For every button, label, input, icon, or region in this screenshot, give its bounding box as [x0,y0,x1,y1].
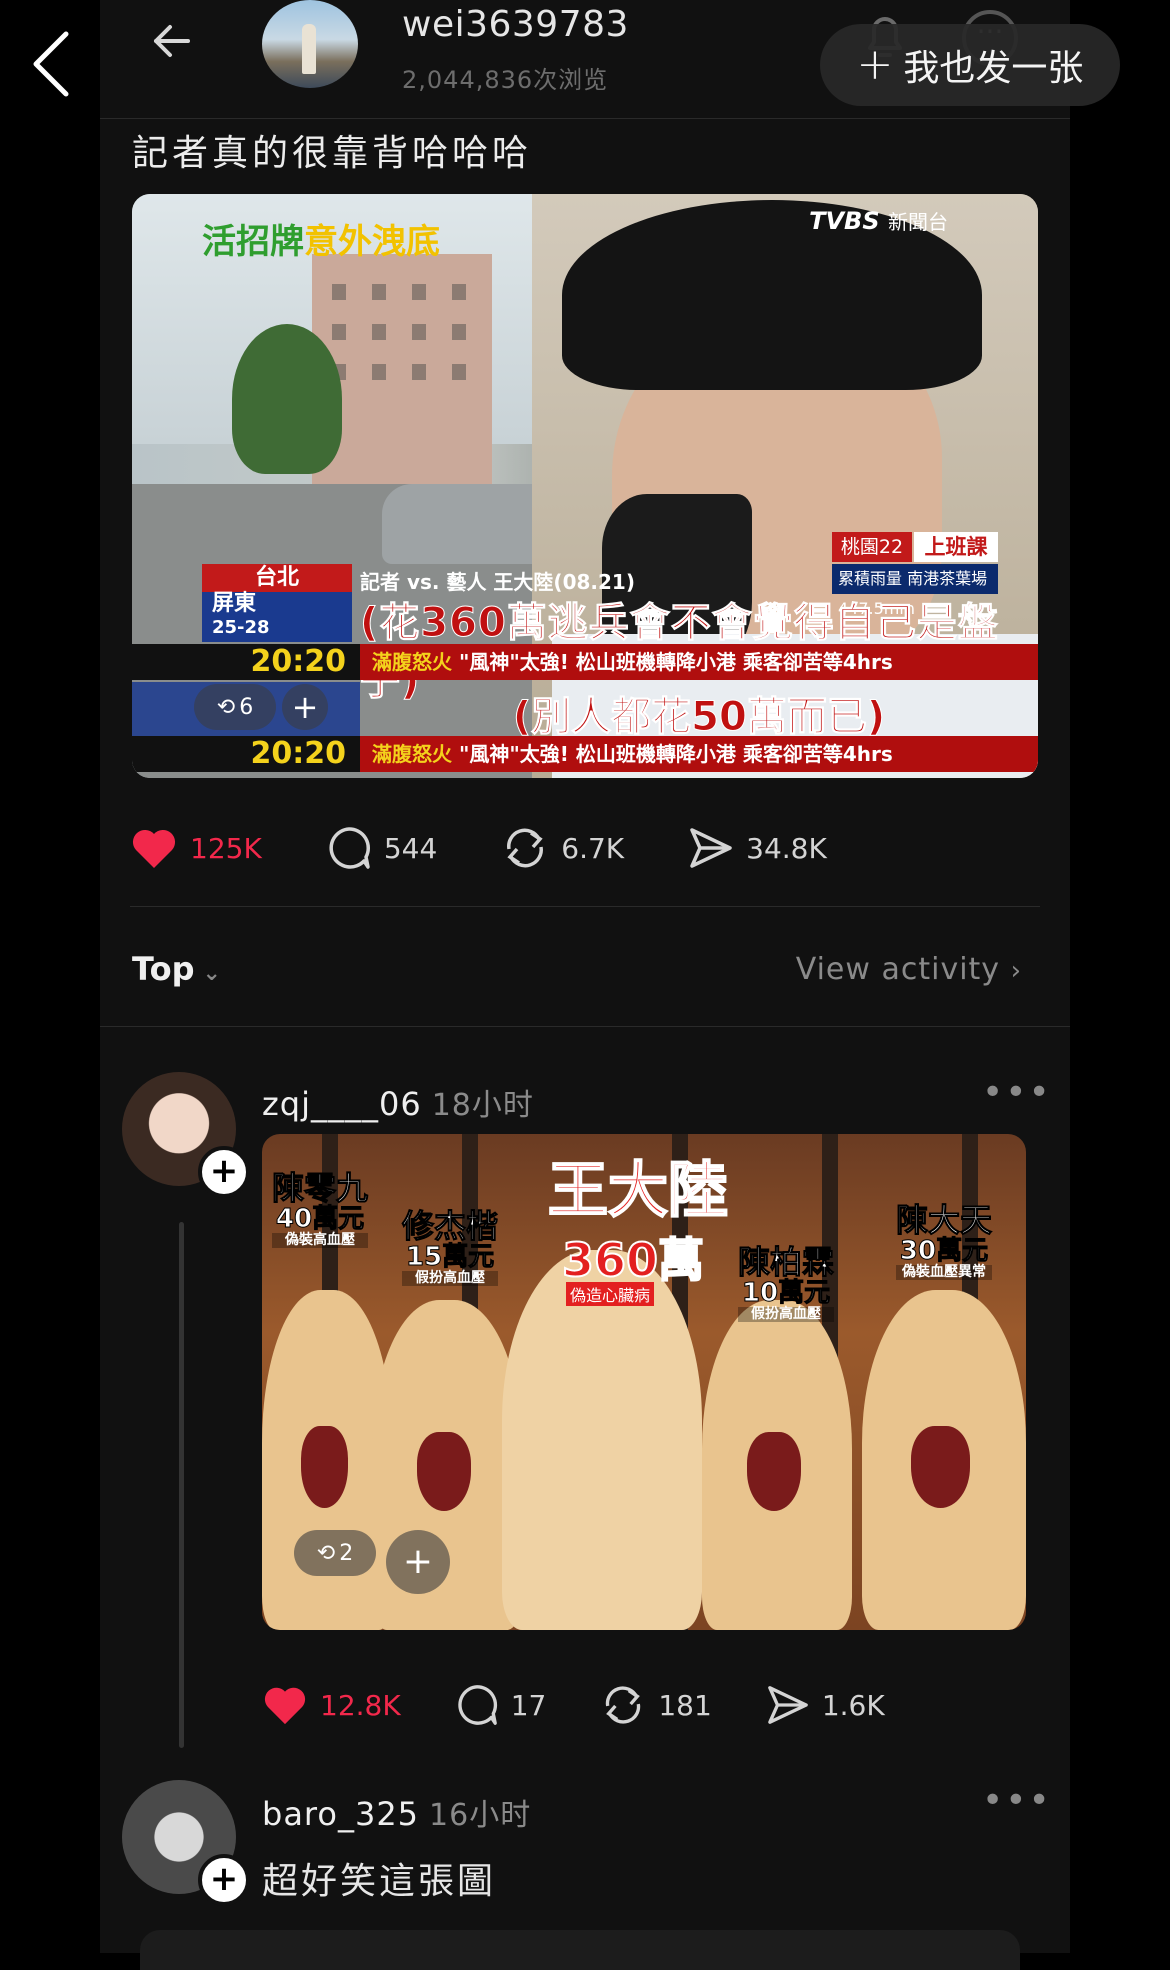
repost-icon [606,1686,641,1724]
image-add-button[interactable]: + [386,1530,450,1594]
comment-more-icon[interactable]: ••• [982,1072,1052,1113]
news-location: 台北 [202,564,352,592]
divider [100,1026,1070,1027]
comment-text: 超好笑這張圖 [262,1861,497,1902]
back-arrow-icon[interactable] [150,20,192,62]
wolf-label: 陳零九 40萬元 偽裝高血壓 [271,1169,369,1248]
news-ticker: 滿腹怒火 "風神"太強! 松山班機轉降小港 乘客卻苦等4hrs [360,644,1038,680]
back-chevron-icon[interactable] [28,28,74,100]
comment-header: baro_325 16小时 [262,1790,531,1834]
post-too-label: 我也发一张 [903,48,1084,89]
send-icon [690,828,732,868]
repost-small-icon: ⟲ [316,1540,336,1566]
news-box-taoyuan: 桃園22日 [832,532,912,588]
comment-icon [458,1685,497,1725]
view-count: 2,044,836次浏览 [402,66,609,94]
like-button[interactable]: 125K [130,826,262,870]
news-box-work: 上班課 [914,532,998,562]
comment-header: zqj____06 18小时 [262,1080,534,1124]
image-repost-pill[interactable]: ⟲ 2 [294,1530,376,1576]
like-button[interactable]: 12.8K [262,1684,401,1726]
share-button[interactable]: 1.6K [766,1684,885,1726]
comment-time: 16小时 [429,1798,532,1833]
repost-button[interactable]: 6.7K [501,825,624,871]
comment-username[interactable]: zqj____06 [262,1085,422,1123]
heart-icon [264,1687,306,1725]
news-clock-2: 20:20 [132,736,360,772]
news-weather: 屏東 25-28 [202,592,352,642]
image-add-button[interactable]: + [282,684,328,730]
news-ticker-2: 滿腹怒火 "風神"太強! 松山班機轉降小港 乘客卻苦等4hrs [360,736,1038,772]
repost-small-icon: ⟲ [216,694,236,720]
comment-image[interactable]: 陳零九 40萬元 偽裝高血壓 修杰楷 15萬元 假扮高血壓 陳柏霖 10萬元 假扮高血壓 陳… [262,1134,1026,1630]
meme-center-note: 偽造心臟病 [566,1282,655,1306]
share-button[interactable]: 34.8K [688,826,827,870]
comment-button[interactable]: 17 [455,1683,546,1727]
follow-plus-icon[interactable]: + [198,1854,250,1906]
post-too-button[interactable]: + 我也发一张 [820,24,1120,106]
heart-icon [132,829,176,868]
repost-icon [507,828,544,868]
post-header: wei3639783 2,044,836次浏览 ··· + 我也发一张 [100,0,1120,119]
meme-center-name: 王大陸 [547,1155,729,1227]
plus-icon: + [856,39,894,90]
wolf-label: 陳大天 30萬元 偽裝血壓異常 [895,1201,993,1280]
author-avatar[interactable] [262,0,358,88]
thread-panel: wei3639783 2,044,836次浏览 ··· + 我也发一张 記者真的… [100,0,1120,1970]
reply-bar[interactable] [140,1930,1020,1970]
comment-more-icon[interactable]: ••• [982,1780,1052,1821]
news-subtitle-1: (花360萬逃兵會不會覺得自己是盤子) [360,600,999,705]
post-caption: 記者真的很靠背哈哈哈 [132,133,533,174]
wolf-label: 修杰楷 15萬元 假扮高血壓 [401,1207,499,1286]
chevron-down-icon: ⌄ [202,961,221,986]
news-clock: 20:20 [132,644,360,680]
channel-logo: TVBS 新聞台 [809,207,948,235]
news-headline: 活招牌意外洩底 [202,222,440,262]
comment-actions: 12.8K 17 181 1.6K [262,1680,885,1730]
post-image[interactable]: 活招牌意外洩底 TVBS 新聞台 桃園22日 上班課 累積雨量 南港茶葉場 44… [132,194,1038,778]
post-actions: 125K 544 6.7K 34.8K [130,823,891,873]
sort-dropdown[interactable]: Top ⌄ [132,950,221,988]
comment-icon [329,827,370,869]
wolf-label: 陳柏霖 10萬元 假扮高血壓 [737,1243,835,1322]
news-subtitle-2: (別人都花50萬而已) [512,694,886,741]
comment-button[interactable]: 544 [326,825,437,871]
send-icon [768,1686,808,1724]
comment-username[interactable]: baro_325 [262,1795,419,1833]
divider [130,906,1040,907]
chevron-right-icon: › [1010,956,1022,986]
follow-plus-icon[interactable]: + [198,1146,250,1198]
author-username[interactable]: wei3639783 [402,4,629,45]
repost-button[interactable]: 181 [600,1683,712,1727]
meme-center-amount: 360萬 [561,1232,705,1288]
thread-line [179,1222,184,1748]
view-activity-link[interactable]: View activity › [796,952,1022,987]
comment-time: 18小时 [431,1088,534,1123]
news-lower-third: 台北 記者 vs. 藝人 王大陸(08.21) 屏東 25-28 (花360萬逃兵… [132,564,1038,778]
image-repost-pill[interactable]: ⟲ 6 [194,684,276,730]
